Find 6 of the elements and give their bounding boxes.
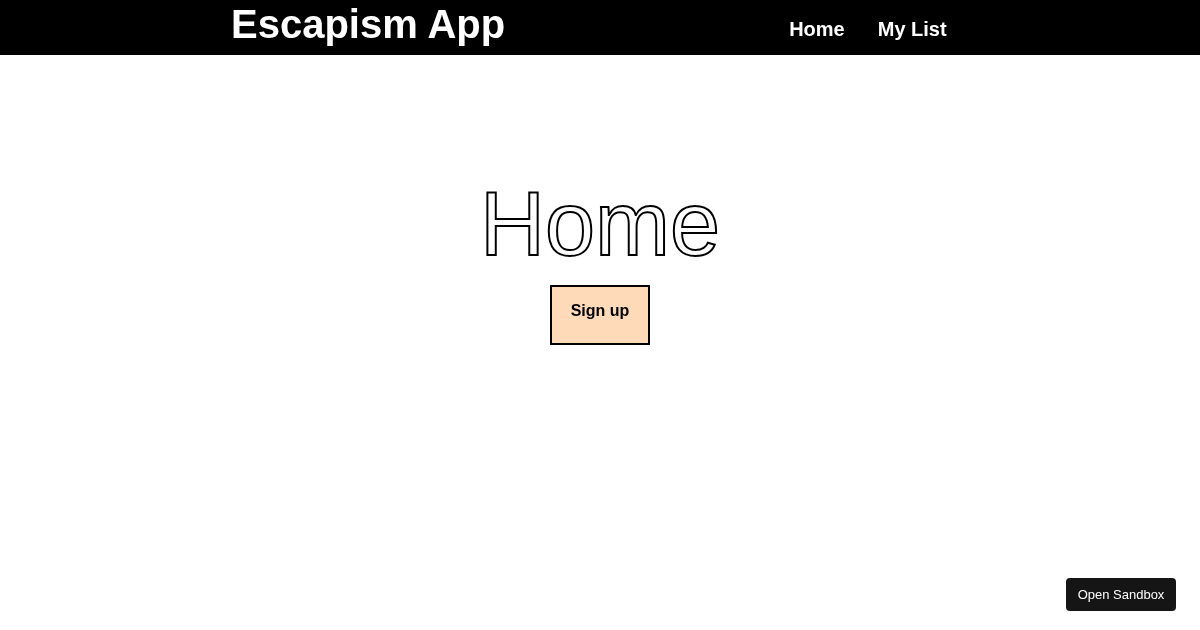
nav-link[interactable]: My List: [877, 13, 947, 44]
nav-link[interactable]: Home: [789, 13, 845, 44]
app-title: Escapism App: [231, 3, 506, 44]
page-heading: Home: [479, 179, 721, 269]
sign-up-button[interactable]: Sign up: [550, 285, 650, 345]
open-sandbox-button[interactable]: Open Sandbox: [1066, 578, 1176, 611]
